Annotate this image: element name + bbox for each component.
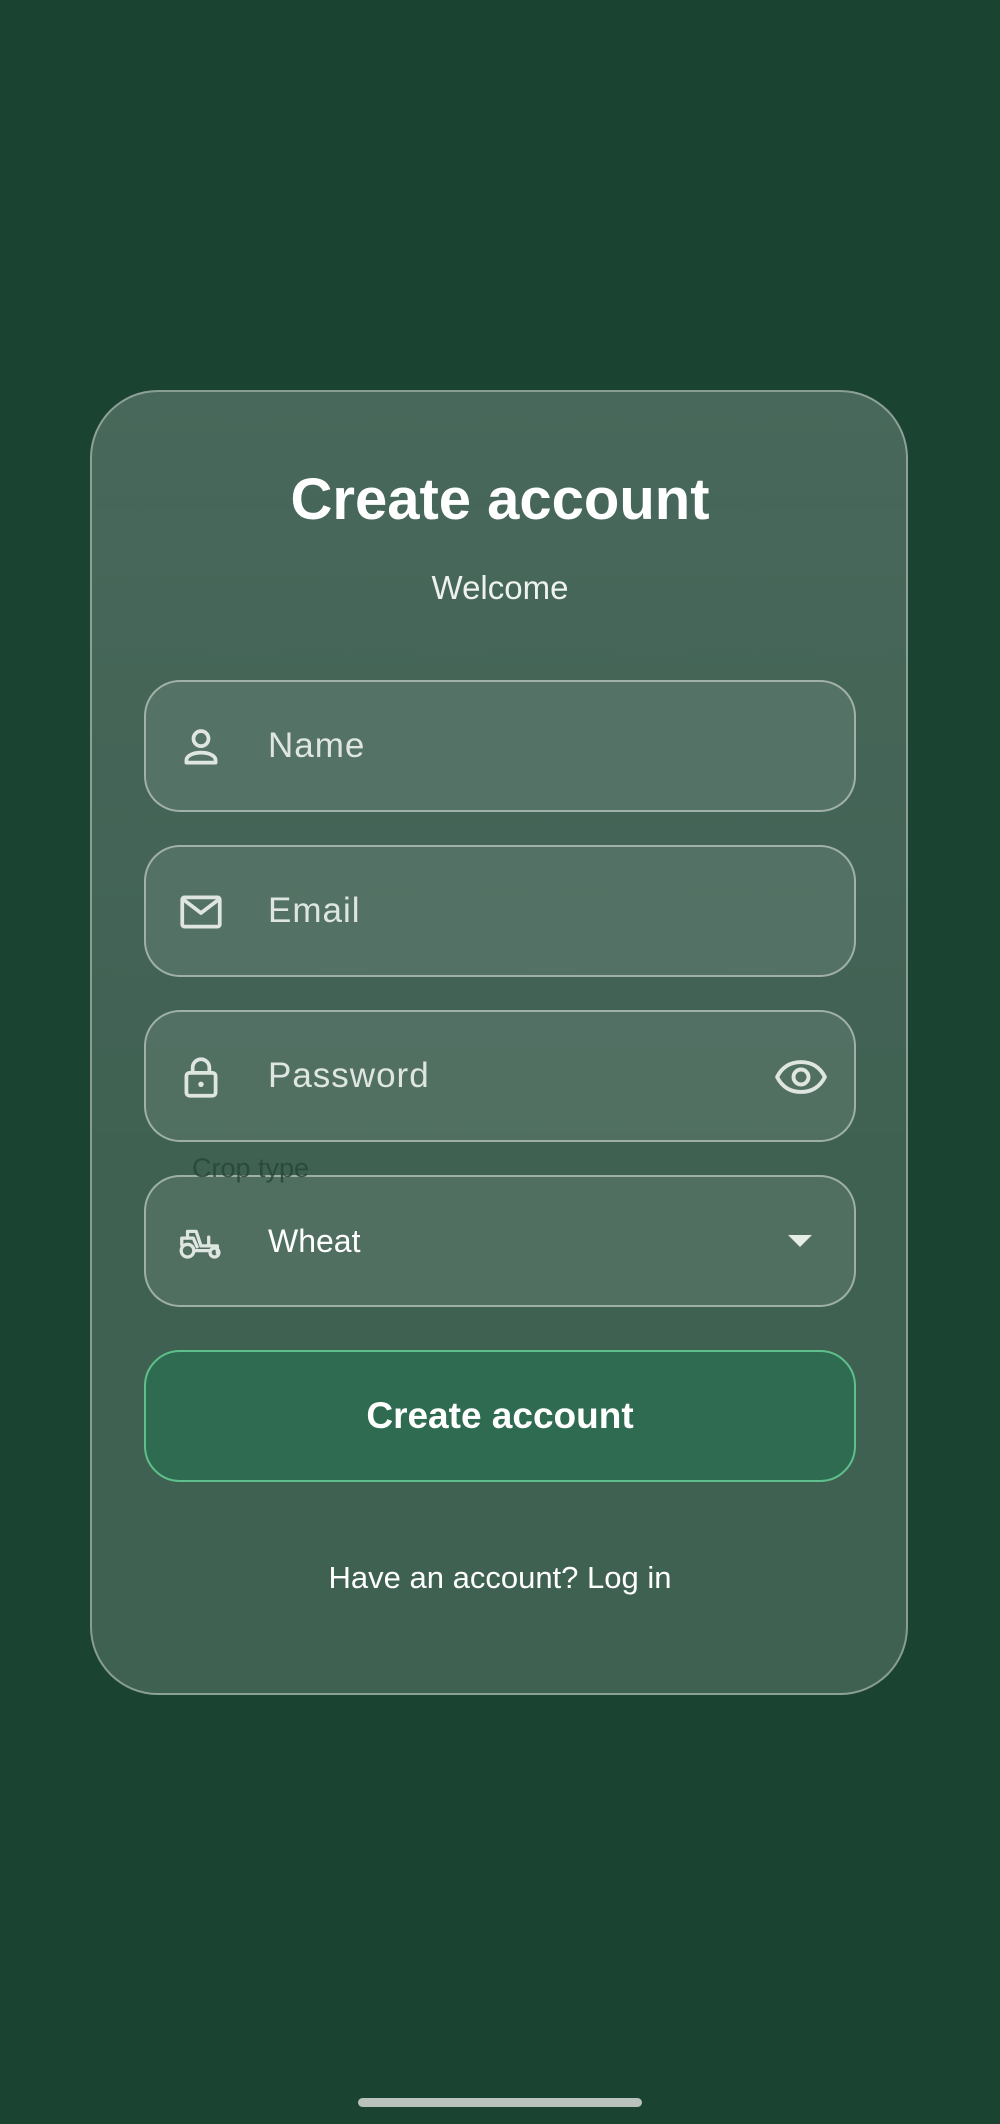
eye-icon[interactable] [774, 1052, 828, 1102]
dropdown-arrow-icon[interactable] [788, 1235, 812, 1247]
crop-type-value: Wheat [268, 1223, 361, 1259]
home-indicator[interactable] [358, 2098, 642, 2107]
lock-icon [176, 1052, 226, 1102]
page-subtitle: Welcome [431, 569, 569, 606]
name-field[interactable] [144, 680, 856, 812]
password-field[interactable] [144, 1010, 856, 1142]
email-input[interactable] [268, 847, 738, 975]
tractor-icon [176, 1217, 226, 1267]
person-icon [176, 722, 226, 772]
password-input[interactable] [268, 1012, 738, 1140]
email-field[interactable] [144, 845, 856, 977]
mail-icon [176, 887, 226, 937]
login-link[interactable]: Have an account? Log in [0, 1558, 1000, 1598]
page-title: Create account [290, 467, 710, 532]
crop-type-select[interactable]: Crop type Wheat [144, 1153, 856, 1307]
name-input[interactable] [268, 682, 738, 810]
create-account-button[interactable]: Create account [144, 1350, 856, 1482]
